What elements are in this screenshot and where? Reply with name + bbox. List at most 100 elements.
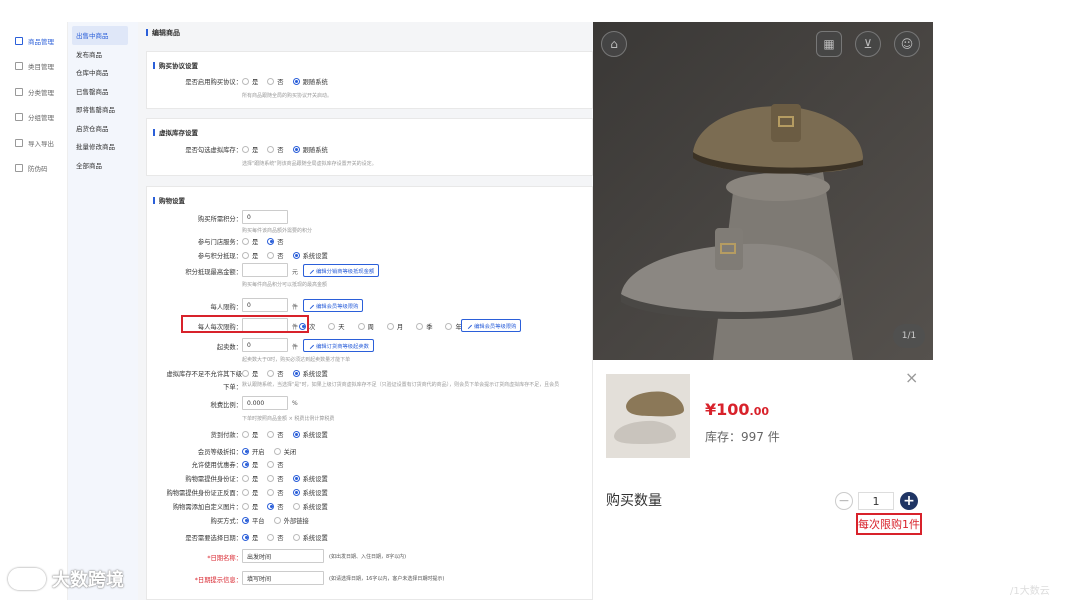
radio-system[interactable]: 系统设置 — [292, 251, 328, 260]
radio-no[interactable]: 否 — [267, 430, 284, 439]
radio-on[interactable]: 开启 — [242, 447, 265, 456]
increase-button[interactable]: + — [900, 492, 918, 510]
brand-logo-icon — [8, 568, 46, 590]
radio-no[interactable]: 否 — [267, 369, 284, 378]
stock-text: 库存：997 件 — [705, 430, 780, 444]
group-icon — [15, 113, 23, 122]
vstock-label-2: 下单： — [223, 384, 242, 391]
radio-per-week[interactable]: 周 — [357, 322, 374, 331]
radio-yes[interactable]: 是 — [242, 474, 258, 483]
radio-yes[interactable]: 是 — [242, 430, 258, 439]
radio-yes[interactable]: 是 — [242, 488, 258, 497]
subnav-item-warehouse[interactable]: 仓库中商品 — [68, 63, 138, 82]
radio-no[interactable]: 否 — [267, 488, 284, 497]
radio-no[interactable]: 否 — [267, 77, 284, 86]
customimg-label: 购物需添加自定义图片： — [172, 504, 242, 511]
date-tip-input[interactable]: 填写时间 — [242, 571, 324, 585]
date-name-input[interactable]: 出发时间 — [242, 549, 324, 563]
radio-per-month[interactable]: 月 — [386, 322, 403, 331]
radio-yes[interactable]: 是 — [242, 502, 258, 511]
radio-no[interactable]: 否 — [267, 251, 284, 260]
edit-period-limit-button[interactable]: 编辑会员等级限购 — [461, 319, 522, 332]
watermark-text: /1大数云 — [1010, 586, 1050, 597]
idcard-label: 购物需提供身份证： — [185, 476, 242, 483]
sidebar-item-classification[interactable]: 分类管理 — [0, 79, 67, 105]
radio-system[interactable]: 系统设置 — [292, 474, 328, 483]
sidebar-item-product-management[interactable]: 商品管理 — [0, 28, 67, 54]
subnav-item-on-sale[interactable]: 出售中商品 — [72, 26, 128, 45]
subnav-label: 启货仓商品 — [76, 124, 109, 133]
decrease-button[interactable]: − — [835, 492, 853, 510]
import-icon — [15, 138, 23, 147]
user-icon[interactable]: ☺ — [894, 31, 920, 57]
edit-min-qty-button[interactable]: 编辑订货商等级起卖数 — [303, 339, 374, 352]
sidebar-item-category-management[interactable]: 类目管理 — [0, 54, 67, 80]
subnav-label: 发布商品 — [76, 50, 102, 59]
radio-yes[interactable]: 是 — [242, 251, 258, 260]
unit-label: 件 — [292, 344, 299, 351]
max-deduct-hint: 购买每件商品积分可以抵现的最高金额 — [242, 282, 328, 288]
unit-label: % — [292, 400, 298, 407]
subnav-item-all[interactable]: 全部商品 — [68, 156, 138, 175]
product-photo: ⌂ ▦ ⊻ ☺ 1/1 — [593, 22, 933, 360]
sidebar-item-import-export[interactable]: 导入导出 — [0, 130, 67, 156]
radio-follow-system[interactable]: 跟随系统 — [292, 77, 328, 86]
points-input[interactable]: 0 — [242, 210, 288, 224]
edit-icon — [464, 321, 473, 330]
radio-yes[interactable]: 是 — [242, 237, 258, 246]
radio-no[interactable]: 否 — [267, 145, 284, 154]
subnav-item-batch-edit[interactable]: 批量修改商品 — [68, 137, 138, 156]
radio-external-link[interactable]: 外部链接 — [273, 516, 309, 525]
radio-system[interactable]: 系统设置 — [292, 533, 328, 542]
radio-no[interactable]: 否 — [267, 237, 284, 246]
quantity-input[interactable]: 1 — [858, 492, 894, 510]
radio-system[interactable]: 系统设置 — [292, 488, 328, 497]
vstock-label: 虚拟库存不足不允许其下级 — [166, 371, 242, 378]
idphoto-label: 购物需提供身份证正反面： — [166, 490, 242, 497]
radio-yes[interactable]: 是 — [242, 533, 258, 542]
radio-system[interactable]: 系统设置 — [292, 369, 328, 378]
subnav-item-stock-goods[interactable]: 启货仓商品 — [68, 119, 138, 138]
radio-yes[interactable]: 是 — [242, 77, 258, 86]
home-icon[interactable]: ⌂ — [601, 31, 627, 57]
subnav-label: 已售罄商品 — [76, 87, 109, 96]
sidebar-item-group[interactable]: 分组管理 — [0, 105, 67, 131]
virtual-stock-hint: 选择"跟随系统"则该商品跟随全局虚拟库存设置开关的设定。 — [242, 161, 377, 167]
product-thumbnail — [606, 374, 690, 458]
radio-follow-system[interactable]: 跟随系统 — [292, 145, 328, 154]
product-price: ¥100.00 — [705, 400, 770, 419]
min-qty-input[interactable]: 0 — [242, 338, 288, 352]
quantity-label: 购买数量 — [606, 493, 662, 509]
max-deduct-input[interactable] — [242, 263, 288, 277]
limit-input[interactable]: 0 — [242, 298, 288, 312]
radio-no[interactable]: 否 — [267, 502, 284, 511]
subnav-item-sold-out[interactable]: 已售罄商品 — [68, 82, 138, 101]
edit-deduct-button[interactable]: 编辑分销商等级抵现金额 — [303, 264, 380, 277]
radio-no[interactable]: 否 — [267, 460, 284, 469]
subnav-item-almost-sold-out[interactable]: 即将售罄商品 — [68, 100, 138, 119]
cart-icon[interactable]: ⊻ — [855, 31, 881, 57]
tax-input[interactable]: 0.000 — [242, 396, 288, 410]
top-bar — [0, 0, 1080, 22]
radio-no[interactable]: 否 — [267, 533, 284, 542]
points-deduct-label: 参与积分抵现： — [197, 253, 242, 260]
sidebar-item-anti-fake[interactable]: 防伪码 — [0, 156, 67, 182]
radio-system[interactable]: 系统设置 — [292, 430, 328, 439]
radio-yes[interactable]: 是 — [242, 369, 258, 378]
radio-per-quarter[interactable]: 季 — [416, 322, 432, 331]
close-icon[interactable]: × — [905, 370, 919, 386]
radio-yes[interactable]: 是 — [242, 145, 258, 154]
radio-per-day[interactable]: 天 — [328, 322, 345, 331]
radio-off[interactable]: 关闭 — [273, 447, 296, 456]
subnav-item-publish[interactable]: 发布商品 — [68, 45, 138, 64]
radio-yes[interactable]: 是 — [242, 460, 258, 469]
radio-platform[interactable]: 平台 — [242, 516, 265, 525]
radio-system[interactable]: 系统设置 — [292, 502, 328, 511]
cod-label: 货到付款： — [210, 432, 242, 439]
radio-per-year[interactable]: 年 — [445, 322, 462, 331]
qrcode-icon[interactable]: ▦ — [816, 31, 842, 57]
member-discount-label: 会员等级折扣： — [197, 449, 242, 456]
edit-limit-button[interactable]: 编辑会员等级限购 — [303, 299, 364, 312]
radio-no[interactable]: 否 — [267, 474, 284, 483]
date-required-label: 是否需要选择日期： — [185, 535, 242, 542]
